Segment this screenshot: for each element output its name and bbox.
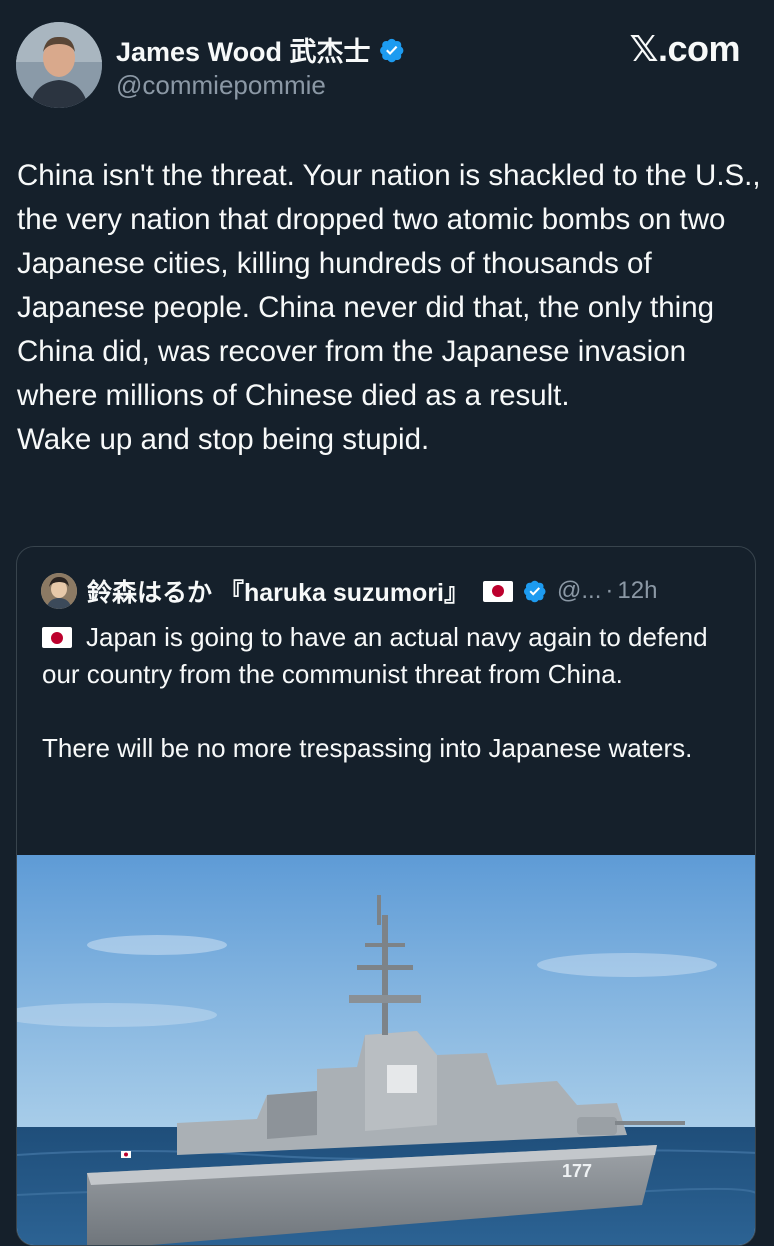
quoted-tweet[interactable]: 鈴森はるか 『haruka suzumori』 @... · 12h Japan… [16,546,756,1246]
meta-separator: · [605,577,614,604]
author-handle[interactable]: @commiepommie [116,70,326,101]
quoted-author-avatar[interactable] [41,573,77,609]
quoted-paragraph-1-text: Japan is going to have an actual navy ag… [42,622,708,689]
quoted-tweet-text: Japan is going to have an actual navy ag… [42,619,742,767]
x-logo: 𝕏.com [629,28,740,69]
author-name-text: James Wood 武杰士 [116,37,371,67]
tweet-header: James Wood 武杰士 @commiepommie 𝕏.com [0,0,774,120]
quoted-verified-badge-icon [524,580,546,603]
tweet-text: China isn't the threat. Your nation is s… [17,159,761,456]
quoted-author-handle[interactable]: @... [557,577,601,605]
verified-badge-icon [379,38,403,62]
quoted-paragraph-1: Japan is going to have an actual navy ag… [42,619,742,693]
quoted-paragraph-2: There will be no more trespassing into J… [42,733,693,763]
japan-flag-icon [483,580,513,602]
quoted-timestamp[interactable]: 12h [617,577,657,605]
quoted-media-image[interactable]: 177 [17,855,755,1245]
quoted-tweet-header: 鈴森はるか 『haruka suzumori』 @... · 12h [41,571,657,611]
quoted-author-name[interactable]: 鈴森はるか 『haruka suzumori』 [87,573,469,609]
hull-number: 177 [562,1161,592,1181]
author-name[interactable]: James Wood 武杰士 [116,30,405,69]
author-avatar[interactable] [16,22,102,108]
japan-flag-icon [42,627,72,648]
